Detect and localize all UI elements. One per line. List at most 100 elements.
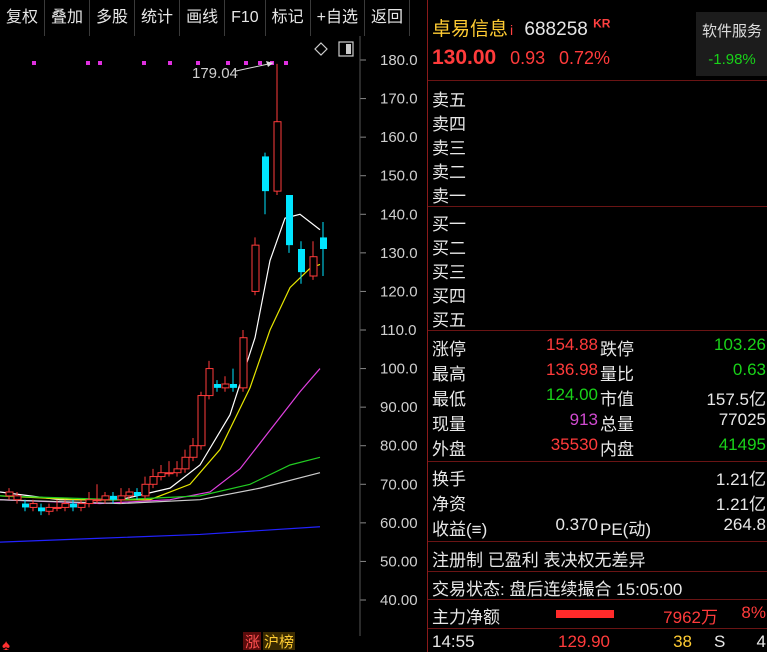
price-change-pct: 0.72% [558,48,611,68]
ask-4-label: 卖四 [432,115,466,134]
ma10-line [0,263,321,501]
candle-body [38,507,45,512]
candle-body [286,195,293,246]
turnover-value: 1.21亿 [715,470,766,489]
y-tick-label: 80.00 [380,438,418,455]
candle-body [117,495,126,501]
main-flow-bar [556,610,614,618]
candlestick-chart[interactable]: 180.0 170.0 160.0 150.0 140.0 130.0 120.0 110.0… [0,36,426,652]
toolbar-overlay-button[interactable]: 叠加 [45,0,91,36]
low-label: 最低 [432,390,466,409]
event-marker-dot [32,61,36,65]
y-tick-label: 100.0 [380,361,418,378]
candle-body [70,503,77,508]
stock-name[interactable]: 卓易信息 [432,19,508,40]
high-label: 最高 [432,365,466,384]
tick-volume: 38 [673,632,692,651]
limit-down-label: 跌停 [600,340,634,359]
event-marker-dot [86,61,90,65]
candle-body [230,384,237,388]
outer-label: 外盘 [432,440,466,459]
pe-label: PE(动) [600,520,651,539]
candles [5,63,327,516]
candle-body [149,476,158,485]
candle-body [110,495,117,500]
turnover-label: 换手 [432,470,466,489]
vol-ratio-value: 0.63 [732,360,766,379]
y-axis: 180.0 170.0 160.0 150.0 140.0 130.0 120.0 110.0… [359,36,418,636]
mkt-cap-label: 市值 [600,390,634,409]
toolbar-multi-stock-button[interactable]: 多股 [90,0,136,36]
bid-2-label: 买二 [432,239,466,258]
candle-body [141,483,150,497]
event-marker-dot [168,61,172,65]
y-tick-label: 70.00 [380,476,418,493]
total-vol-value: 77025 [718,410,766,429]
y-tick-label: 60.00 [380,515,418,532]
last-price: 130.00 [432,46,497,69]
candle-body [85,499,94,505]
ma60-line [0,456,321,501]
toolbar-f10-button[interactable]: F10 [225,0,266,36]
bid-4-label: 买四 [432,287,466,306]
candle-body [221,383,230,389]
ma20-line [0,368,321,505]
y-tick-label: 110.0 [380,322,416,339]
y-tick-label: 160.0 [380,129,418,146]
toolbar-stats-button[interactable]: 统计 [135,0,181,36]
chart-toolbar: 复权 叠加 多股 统计 画线 F10 标记 +自选 返回 [0,0,425,36]
candle-body [157,472,166,478]
pe-value: 264.8 [723,515,766,534]
toolbar-add-watchlist-button[interactable]: +自选 [311,0,366,36]
y-tick-label: 90.00 [380,399,418,416]
company-tags: 注册制 已盈利 表决权无差异 [432,551,646,570]
toolbar-fuquan-button[interactable]: 复权 [0,0,46,36]
inner-label: 内盘 [600,440,634,459]
eps-value: 0.370 [555,515,598,534]
outer-value: 35530 [550,435,598,454]
sector-box[interactable]: 软件服务 -1.98% [696,12,767,76]
candle-body [189,445,198,458]
candle-body [101,495,110,501]
period-tags: 涨 沪榜 [243,632,295,651]
ask-1-label: 卖一 [432,187,466,206]
net-asset-label: 净资 [432,495,466,514]
ask-3-label: 卖三 [432,139,466,158]
toolbar-draw-button[interactable]: 画线 [180,0,226,36]
tick-count: 4 [756,632,766,651]
limit-down-value: 103.26 [714,335,766,354]
candle-body [309,256,318,277]
ask-5-label: 卖五 [432,91,466,110]
bid-3-label: 买三 [432,263,466,282]
candle-body [239,337,248,389]
candle-body [5,491,14,497]
main-flow-label: 主力净额 [432,608,500,627]
limit-up-value: 154.88 [546,335,598,354]
mkt-cap-value: 157.5亿 [706,390,766,409]
stock-code: 688258 [524,19,588,40]
y-tick-label: 40.00 [380,592,418,609]
panel-toggle-icon[interactable] [338,41,354,57]
candle-body [251,244,260,292]
y-tick-label: 180.0 [380,52,418,69]
y-tick-label: 140.0 [380,206,418,223]
price-row: 130.00 0.93 0.72% [432,46,610,70]
total-vol-label: 总量 [600,415,634,434]
toolbar-mark-button[interactable]: 标记 [266,0,311,36]
y-tick-label: 130.0 [380,245,418,262]
toolbar-back-button[interactable]: 返回 [365,0,411,36]
info-icon[interactable]: i [510,22,513,38]
candle-body [22,503,29,508]
candle-body [173,468,182,474]
candle-body [45,506,54,512]
price-change: 0.93 [510,48,546,68]
bottom-mark-icon: ♠ [2,637,10,652]
candle-body [214,384,221,388]
diamond-icon[interactable] [314,42,328,56]
y-tick-label: 150.0 [380,168,418,185]
candle-body [273,121,282,192]
y-tick-label: 170.0 [380,91,418,108]
main-flow-pct: 8% [741,603,766,622]
sector-pct: -1.98% [708,51,756,68]
cur-vol-value: 913 [569,410,598,429]
